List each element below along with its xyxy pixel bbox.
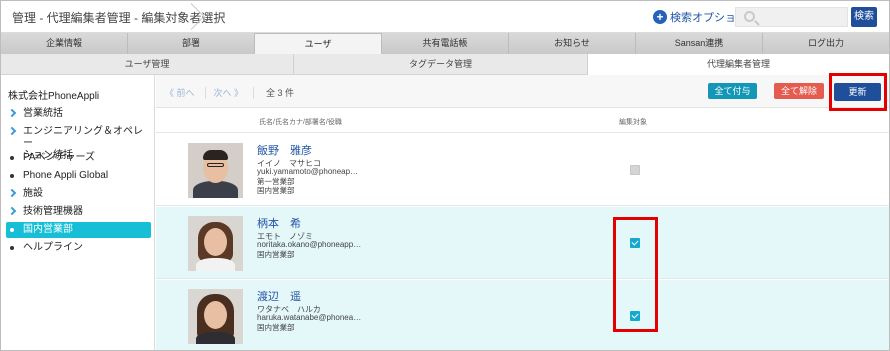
chevron-right-icon [7,188,17,198]
sub-tabs: ユーザ管理 タグデータ管理 代理編集者管理 [1,54,889,75]
tab-shared-phonebook[interactable]: 共有電話帳 [382,33,509,54]
chevron-right-icon [7,126,17,136]
search-option-link[interactable]: + 検索オプション [653,9,747,25]
subtab-proxy-editor[interactable]: 代理編集者管理 [588,54,889,75]
sidebar-item-phone-appli-global[interactable]: Phone Appli Global [6,170,151,182]
toolbar: 《 前へ 次へ 》 全 3 件 全て付与 全て解除 更新 [156,75,889,108]
table-row: 柄本 希 エモト ノゾミ noritaka.okano@phoneapp… 国内… [156,207,889,279]
table-row: 飯野 雅彦 イイノ マサヒコ yuki.yamamoto@phoneap… 第一… [156,134,889,206]
prev-page-link[interactable]: 《 前へ [165,86,195,99]
department-sidebar: 株式会社PhoneAppli 営業統括 エンジニアリング＆オペレー ション統括 … [1,75,155,350]
main-tabs: 企業情報 部署 ユーザ 共有電話帳 お知らせ Sansan連携 ログ出力 [1,33,889,54]
person-email: haruka.watanabe@phonea… [257,313,362,322]
pager: 《 前へ 次へ 》 全 3 件 [165,86,298,99]
tab-sansan[interactable]: Sansan連携 [636,33,763,54]
sidebar-item-helpline[interactable]: ヘルプライン [6,242,151,254]
subtab-tag-data[interactable]: タグデータ管理 [294,54,588,75]
person-department-parent: 国内営業部 [257,186,295,195]
tab-notices[interactable]: お知らせ [509,33,636,54]
bullet-icon [10,246,14,250]
app-window: 管理 - 代理編集者管理 - 編集対象者選択 + 検索オプション 検索 企業情報… [0,0,890,351]
bullet-icon [10,228,14,232]
search-input[interactable] [760,8,846,26]
avatar [188,143,243,198]
sidebar-item-domestic-sales[interactable]: 国内営業部 [6,222,151,238]
avatar [188,216,243,271]
person-name[interactable]: 渡辺 遥 [257,288,301,304]
tab-company-info[interactable]: 企業情報 [1,33,128,54]
tab-log-export[interactable]: ログ出力 [763,33,889,54]
sidebar-item-label: 技術管理機器 [23,206,83,217]
sidebar-item-label: PAベンチャーズ [23,152,95,163]
column-header-name: 氏名/氏名カナ/部署名/役職 [259,119,342,126]
tab-department[interactable]: 部署 [128,33,255,54]
search-box [735,7,848,27]
column-header-edit-target: 編集対象 [619,119,647,126]
search-button[interactable]: 検索 [851,7,877,27]
edit-target-checkbox[interactable] [630,238,640,248]
avatar [188,289,243,344]
sidebar-item-tech-equipment[interactable]: 技術管理機器 [6,206,151,218]
person-name[interactable]: 飯野 雅彦 [257,142,312,158]
bullet-icon [10,156,14,160]
person-department: 国内営業部 [257,250,295,259]
next-page-link[interactable]: 次へ 》 [214,86,244,99]
sidebar-item-facilities[interactable]: 施設 [6,188,151,200]
chevron-right-icon [7,206,17,216]
bullet-icon [10,174,14,178]
person-department: 国内営業部 [257,323,295,332]
chevron-right-icon [7,108,17,118]
subtab-user-management[interactable]: ユーザ管理 [1,54,294,75]
main-content: 《 前へ 次へ 》 全 3 件 全て付与 全て解除 更新 氏名/氏名カナ/部署名… [156,75,889,350]
breadcrumb-chevron-icon [191,1,217,33]
person-email: noritaka.okano@phoneapp… [257,240,362,249]
sidebar-item-label: エンジニアリング＆オペレー [23,126,143,149]
sidebar-item-label: Phone Appli Global [23,170,109,181]
divider [253,86,255,99]
grant-all-button[interactable]: 全て付与 [708,83,757,99]
divider [204,86,206,99]
company-name[interactable]: 株式会社PhoneAppli [8,87,99,102]
sidebar-item-label: 営業統括 [23,108,63,119]
person-name[interactable]: 柄本 希 [257,215,301,231]
sidebar-item-label: ヘルプライン [23,242,83,253]
sidebar-item-pa-ventures[interactable]: PAベンチャーズ [6,152,151,164]
table-row: 渡辺 遥 ワタナベ ハルカ haruka.watanabe@phonea… 国内… [156,280,889,350]
result-count: 全 3 件 [266,88,295,98]
sidebar-item-sales[interactable]: 営業統括 [6,108,151,120]
header-bar: 管理 - 代理編集者管理 - 編集対象者選択 + 検索オプション 検索 [1,1,889,33]
search-icon [744,11,755,22]
sidebar-item-label: 国内営業部 [23,224,73,235]
clear-all-button[interactable]: 全て解除 [774,83,824,99]
edit-target-checkbox[interactable] [630,165,640,175]
plus-circle-icon: + [653,10,667,24]
person-email: yuki.yamamoto@phoneap… [257,167,359,176]
sidebar-item-label: 施設 [23,188,43,199]
table-header: 氏名/氏名カナ/部署名/役職 編集対象 [156,109,889,133]
tab-user[interactable]: ユーザ [255,33,382,54]
edit-target-checkbox[interactable] [630,311,640,321]
update-button[interactable]: 更新 [834,83,881,101]
